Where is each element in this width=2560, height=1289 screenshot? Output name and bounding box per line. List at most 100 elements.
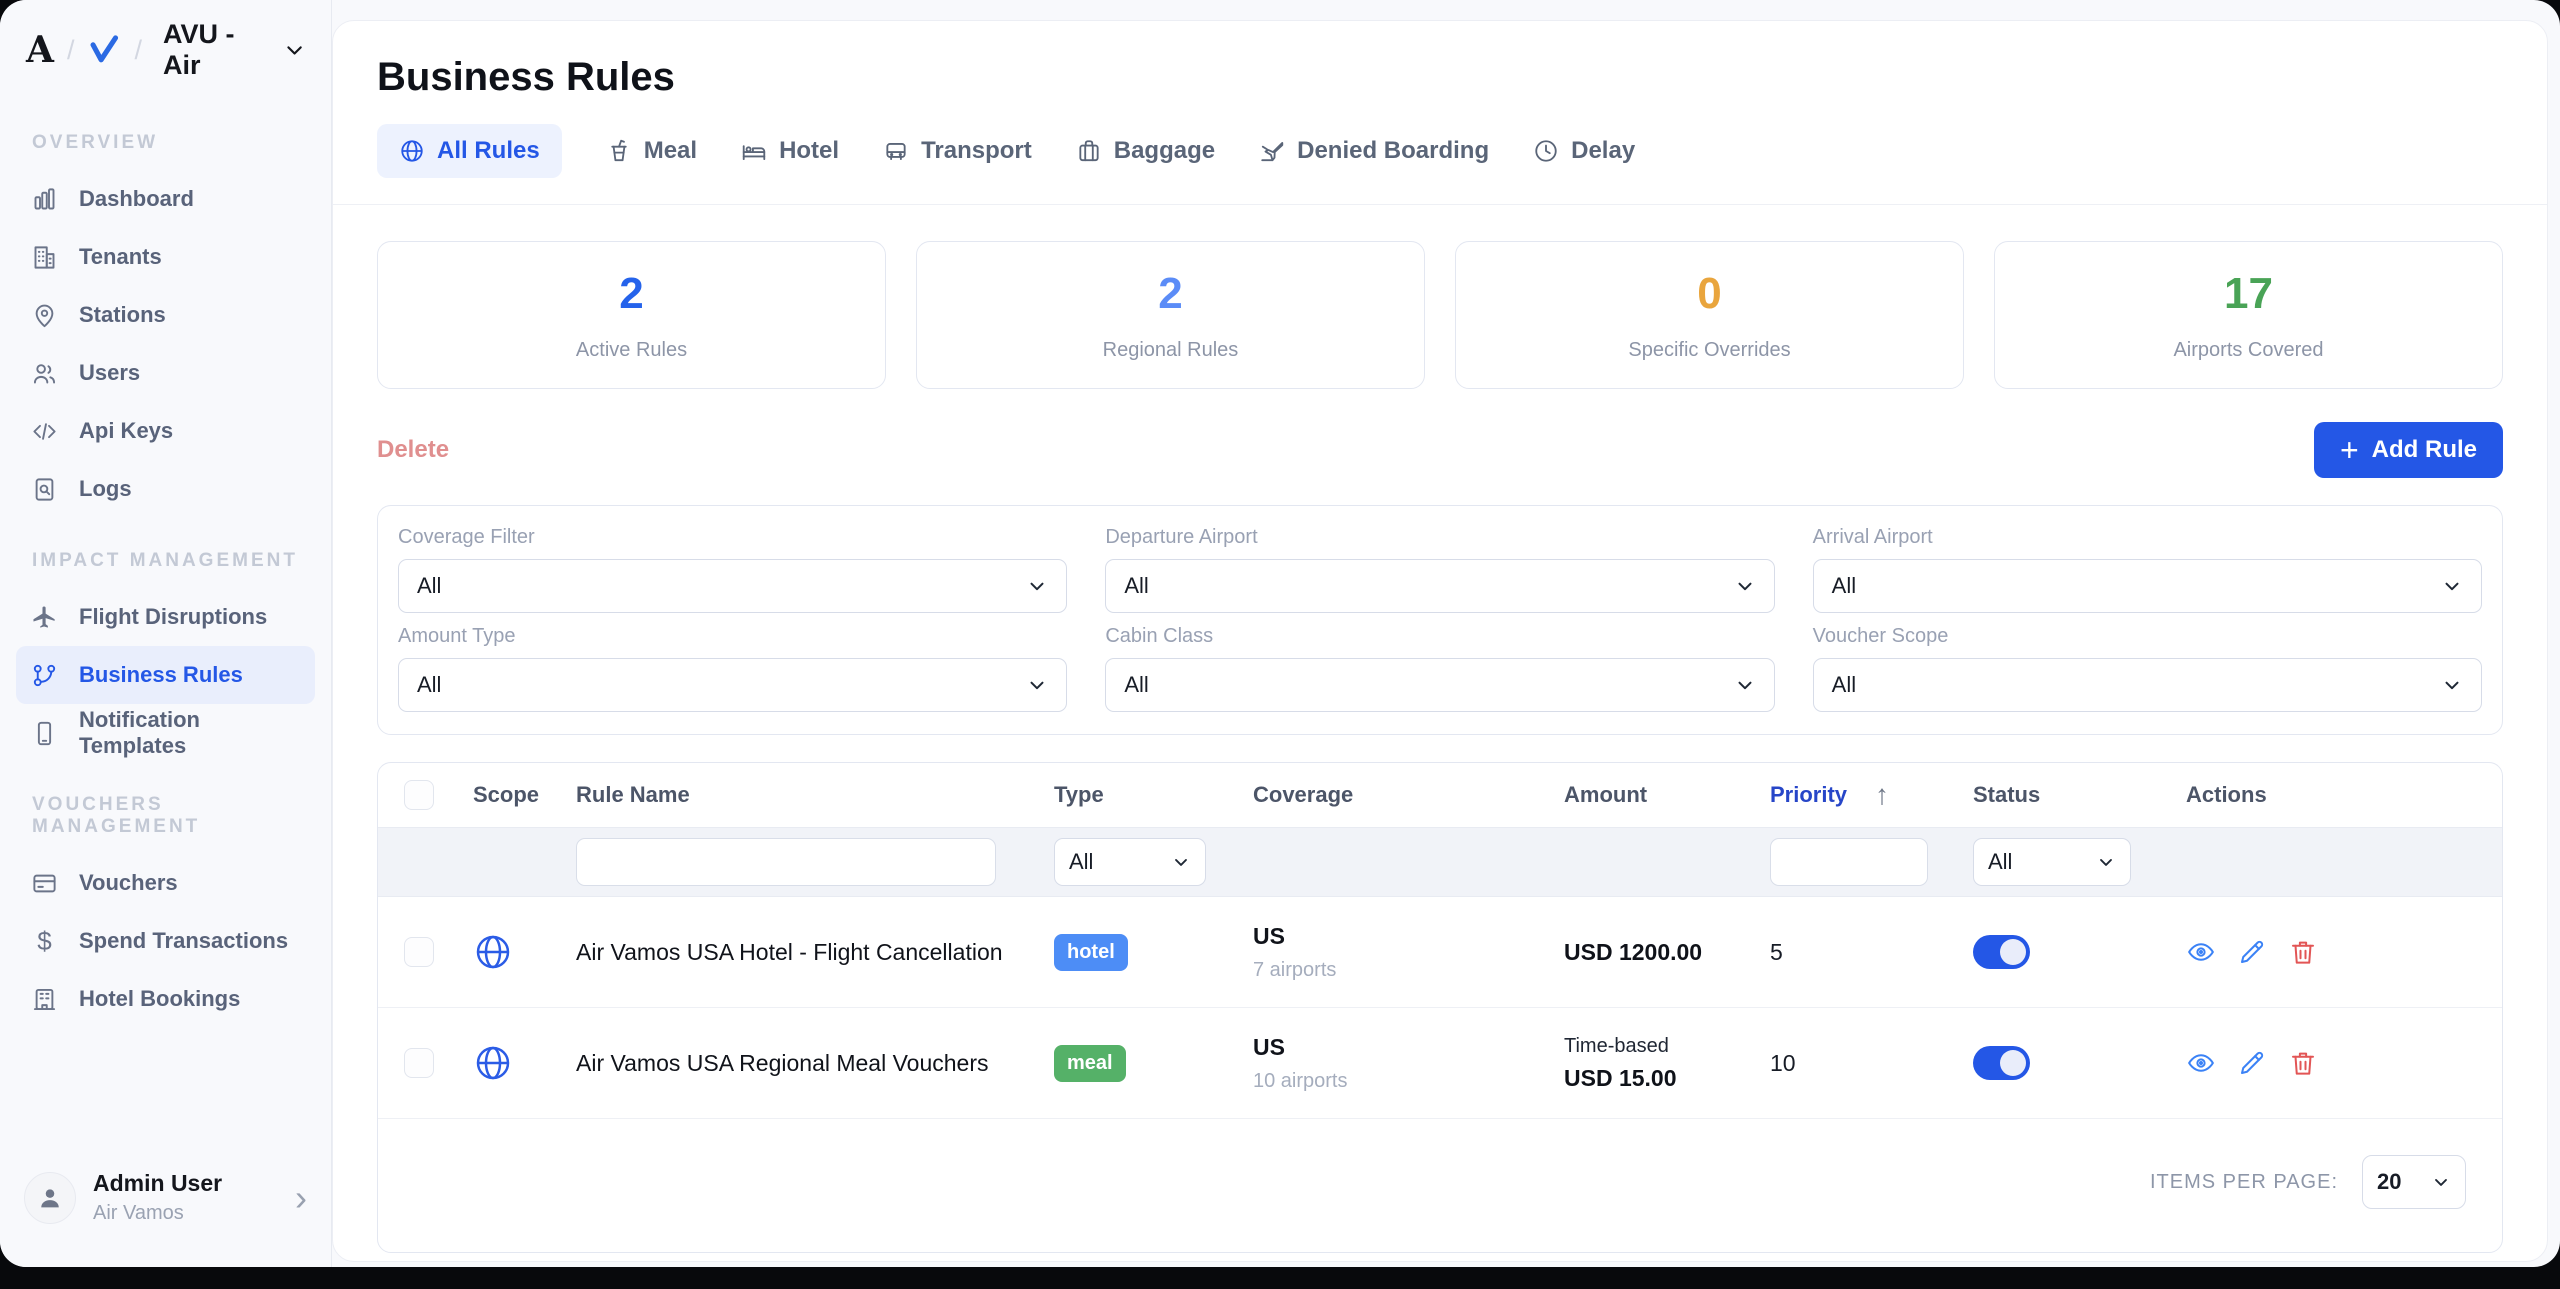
airplane-icon [31, 604, 58, 631]
briefcase-icon [1076, 138, 1102, 164]
log-search-icon [31, 476, 58, 503]
status-filter-select[interactable]: All [1973, 838, 2131, 886]
hotel-building-icon [31, 986, 58, 1013]
type-filter-select[interactable]: All [1054, 838, 1206, 886]
delete-button[interactable]: Delete [377, 436, 449, 464]
sidebar-item-hotel-bookings[interactable]: Hotel Bookings [16, 970, 315, 1028]
view-icon[interactable] [2186, 937, 2216, 967]
amount-note: Time-based [1564, 1035, 1770, 1058]
tab-denied-boarding[interactable]: Denied Boarding [1259, 124, 1489, 178]
brand-separator: / [67, 35, 75, 66]
tab-transport[interactable]: Transport [883, 124, 1032, 178]
sidebar-item-logs[interactable]: Logs [16, 460, 315, 518]
col-scope: Scope [473, 782, 576, 808]
sidebar-item-business-rules[interactable]: Business Rules [16, 646, 315, 704]
sidebar-item-label: Notification Templates [79, 707, 300, 759]
status-toggle[interactable] [1973, 1046, 2030, 1080]
tab-label: Transport [921, 137, 1032, 165]
table-row: Air Vamos USA Regional Meal Vouchers mea… [378, 1008, 2502, 1119]
coverage-region: US [1253, 1034, 1564, 1061]
amount-type-select[interactable]: All [398, 658, 1067, 712]
row-checkbox[interactable] [404, 937, 434, 967]
edit-icon[interactable] [2237, 1048, 2267, 1078]
git-branch-icon [31, 662, 58, 689]
sidebar-item-spend-transactions[interactable]: $ Spend Transactions [16, 912, 315, 970]
select-value: All [417, 672, 441, 698]
sidebar-item-notification-templates[interactable]: Notification Templates [16, 704, 315, 762]
chevron-down-icon [2441, 575, 2463, 597]
globe-icon [399, 138, 425, 164]
stat-card-regional-rules: 2 Regional Rules [916, 241, 1425, 389]
sort-asc-icon: ↑ [1875, 779, 1889, 811]
col-amount: Amount [1564, 782, 1770, 808]
rule-name: Air Vamos USA Hotel - Flight Cancellatio… [576, 939, 1054, 966]
priority-label: Priority [1770, 782, 1847, 808]
tenant-selector[interactable]: AVU - Air [163, 19, 305, 81]
page-title: Business Rules [377, 21, 2503, 100]
tab-all-rules[interactable]: All Rules [377, 124, 562, 178]
col-priority[interactable]: Priority ↑ [1770, 779, 1973, 811]
tab-label: Delay [1571, 137, 1635, 165]
status-toggle[interactable] [1973, 935, 2030, 969]
select-value: 20 [2377, 1169, 2401, 1195]
brand-separator: / [134, 35, 142, 66]
tab-label: Baggage [1114, 137, 1215, 165]
sidebar-item-tenants[interactable]: Tenants [16, 228, 315, 286]
departure-airport-select[interactable]: All [1105, 559, 1774, 613]
tab-label: Hotel [779, 137, 839, 165]
bed-icon [741, 138, 767, 164]
stat-card-airports-covered: 17 Airports Covered [1994, 241, 2503, 389]
chevron-down-icon [2441, 674, 2463, 696]
select-all-checkbox[interactable] [404, 780, 434, 810]
items-per-page-label: ITEMS PER PAGE: [2150, 1155, 2338, 1209]
tab-meal[interactable]: Meal [606, 124, 697, 178]
view-icon[interactable] [2186, 1048, 2216, 1078]
amount-value: USD 1200.00 [1564, 939, 1770, 966]
row-checkbox[interactable] [404, 1048, 434, 1078]
sidebar-item-label: Vouchers [79, 870, 178, 896]
tab-hotel[interactable]: Hotel [741, 124, 839, 178]
sidebar-item-users[interactable]: Users [16, 344, 315, 402]
col-actions: Actions [2186, 782, 2502, 808]
sidebar-item-vouchers[interactable]: Vouchers [16, 854, 315, 912]
tab-label: Meal [644, 137, 697, 165]
coverage-airports: 10 airports [1253, 1070, 1564, 1093]
delete-icon[interactable] [2288, 1048, 2318, 1078]
sidebar-item-api-keys[interactable]: Api Keys [16, 402, 315, 460]
coverage-airports: 7 airports [1253, 959, 1564, 982]
filter-label: Coverage Filter [398, 526, 1067, 549]
coverage-region: US [1253, 923, 1564, 950]
tab-delay[interactable]: Delay [1533, 124, 1635, 178]
rule-name-filter-input[interactable] [576, 838, 996, 886]
cabin-class-select[interactable]: All [1105, 658, 1774, 712]
add-rule-button[interactable]: + Add Rule [2314, 422, 2503, 478]
filter-label: Cabin Class [1105, 625, 1774, 648]
drink-icon [606, 138, 632, 164]
bar-chart-icon [31, 186, 58, 213]
delete-icon[interactable] [2288, 937, 2318, 967]
arrival-airport-select[interactable]: All [1813, 559, 2482, 613]
items-per-page-select[interactable]: 20 [2362, 1155, 2466, 1209]
chevron-right-icon: › [295, 1177, 307, 1219]
tab-baggage[interactable]: Baggage [1076, 124, 1215, 178]
coverage-filter-select[interactable]: All [398, 559, 1067, 613]
map-pin-icon [31, 302, 58, 329]
sidebar-section-label: OVERVIEW [32, 132, 299, 154]
sidebar-item-label: Stations [79, 302, 166, 328]
chevron-down-icon [1026, 674, 1048, 696]
amount-value: USD 15.00 [1564, 1065, 1770, 1092]
voucher-scope-select[interactable]: All [1813, 658, 2482, 712]
building-icon [31, 244, 58, 271]
edit-icon[interactable] [2237, 937, 2267, 967]
dollar-icon: $ [31, 926, 58, 957]
user-menu[interactable]: Admin User Air Vamos › [0, 1146, 331, 1267]
priority-value: 5 [1770, 939, 1973, 966]
sidebar-item-flight-disruptions[interactable]: Flight Disruptions [16, 588, 315, 646]
chevron-down-icon [2431, 1172, 2451, 1192]
credit-card-icon [31, 870, 58, 897]
sidebar-item-dashboard[interactable]: Dashboard [16, 170, 315, 228]
sidebar-item-stations[interactable]: Stations [16, 286, 315, 344]
type-badge: hotel [1054, 934, 1128, 971]
priority-filter-input[interactable] [1770, 838, 1928, 886]
chevron-down-icon [1171, 852, 1191, 872]
